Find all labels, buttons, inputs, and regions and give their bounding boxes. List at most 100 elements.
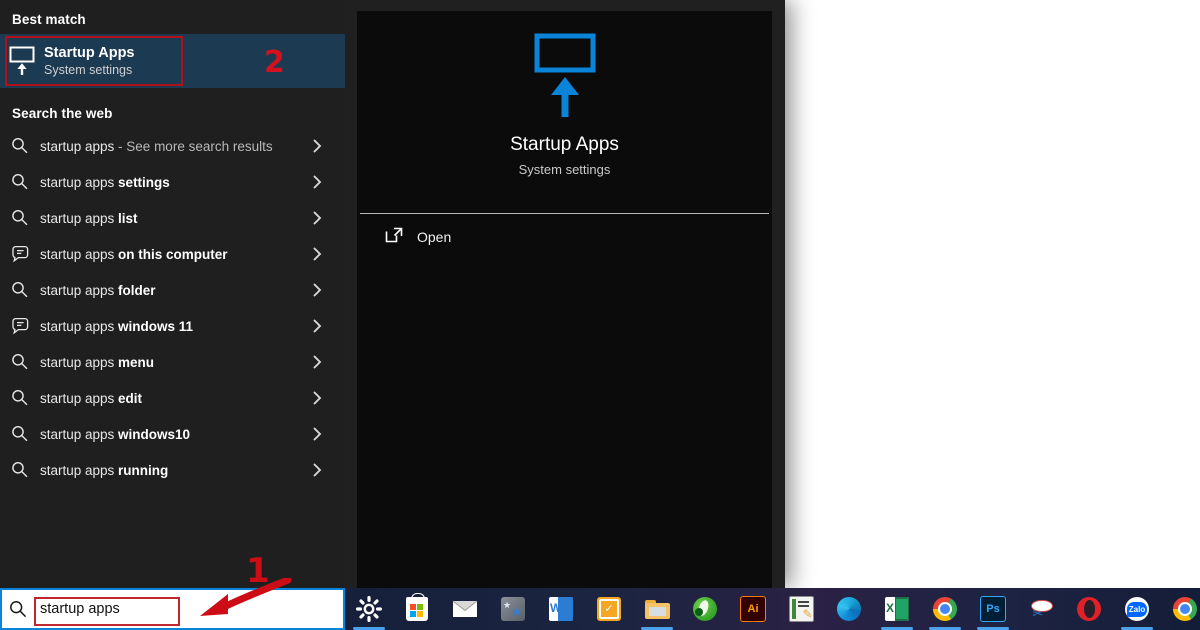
- taskbar-item-notepad-editor[interactable]: ✎: [777, 588, 825, 630]
- startup-apps-icon: [527, 33, 603, 124]
- best-match-subtitle: System settings: [44, 62, 133, 77]
- search-icon: [2, 600, 34, 618]
- taskbar-item-mail[interactable]: [441, 588, 489, 630]
- search-icon: [0, 281, 40, 299]
- best-match-row[interactable]: Startup Apps System settings: [0, 34, 345, 88]
- annotation-number-2: 2: [264, 45, 285, 80]
- taskbar-item-opera[interactable]: [1065, 588, 1113, 630]
- chevron-right-icon[interactable]: [311, 272, 323, 308]
- web-result-label: startup apps running: [40, 462, 169, 478]
- snipping-tool-icon: ✂: [1028, 596, 1054, 622]
- taskbar-item-settings-gear[interactable]: [345, 588, 393, 630]
- search-icon: [0, 173, 40, 191]
- web-result-row[interactable]: startup apps on this computer: [0, 236, 345, 272]
- checkmark-task-icon: ✓: [596, 596, 622, 622]
- open-action-label: Open: [417, 229, 452, 245]
- web-result-row[interactable]: startup apps folder: [0, 272, 345, 308]
- search-input[interactable]: [34, 595, 186, 623]
- web-result-label: startup apps folder: [40, 282, 156, 298]
- web-result-row[interactable]: startup apps list: [0, 200, 345, 236]
- taskbar-item-photoshop[interactable]: Ps: [969, 588, 1017, 630]
- chevron-right-icon[interactable]: [311, 164, 323, 200]
- web-result-label: startup apps list: [40, 210, 138, 226]
- web-result-label: startup apps - See more search results: [40, 138, 273, 154]
- web-result-row[interactable]: startup apps menu: [0, 344, 345, 380]
- taskbar-item-edge[interactable]: [825, 588, 873, 630]
- search-results-column: Best match Startup Apps System settings …: [0, 0, 345, 588]
- taskbar-item-excel[interactable]: X: [873, 588, 921, 630]
- chevron-right-icon[interactable]: [311, 344, 323, 380]
- windows-search-flyout: Best match Startup Apps System settings …: [0, 0, 785, 588]
- settings-gear-icon: [356, 596, 382, 622]
- taskbar-item-chrome[interactable]: [921, 588, 969, 630]
- search-icon: [0, 389, 40, 407]
- web-result-label: startup apps edit: [40, 390, 143, 406]
- taskbar-item-photos-sticker[interactable]: ★ ★: [489, 588, 537, 630]
- open-external-icon: [385, 227, 403, 248]
- search-icon: [0, 137, 40, 155]
- taskbar-item-snipping-tool[interactable]: ✂: [1017, 588, 1065, 630]
- file-explorer-icon: [644, 596, 670, 622]
- taskbar-search-box[interactable]: [0, 588, 345, 630]
- chevron-right-icon[interactable]: [311, 308, 323, 344]
- detail-subtitle: System settings: [518, 162, 611, 177]
- web-result-label: startup apps settings: [40, 174, 170, 190]
- speech-bubble-icon: [0, 317, 40, 335]
- web-result-row[interactable]: startup apps windows 11: [0, 308, 345, 344]
- detail-card: Startup Apps System settings Open: [357, 11, 772, 588]
- web-result-label: startup apps menu: [40, 354, 155, 370]
- search-icon: [0, 209, 40, 227]
- chevron-right-icon[interactable]: [311, 200, 323, 236]
- taskbar-item-green-globe-app[interactable]: [681, 588, 729, 630]
- microsoft-store-icon: [404, 593, 430, 622]
- chevron-right-icon[interactable]: [311, 452, 323, 488]
- best-match-title: Startup Apps: [44, 44, 135, 61]
- excel-icon: X: [884, 596, 910, 622]
- open-action-button[interactable]: Open: [357, 214, 772, 260]
- best-match-header: Best match: [12, 12, 86, 27]
- web-result-row[interactable]: startup apps windows10: [0, 416, 345, 452]
- web-results-list: startup apps - See more search results st…: [0, 128, 345, 488]
- taskbar-item-checkmark-task[interactable]: ✓: [585, 588, 633, 630]
- chrome-icon: [932, 596, 958, 622]
- chevron-right-icon[interactable]: [311, 236, 323, 272]
- detail-preview-panel: Startup Apps System settings Open: [345, 0, 785, 588]
- web-result-label: startup apps windows10: [40, 426, 191, 442]
- opera-icon: [1076, 596, 1102, 622]
- web-result-row[interactable]: startup apps edit: [0, 380, 345, 416]
- taskbar: ★ ★ W ✓ Ai ✎ X Ps ✂ Zalo: [345, 588, 1200, 630]
- green-globe-app-icon: [692, 596, 718, 622]
- taskbar-item-illustrator[interactable]: Ai: [729, 588, 777, 630]
- chevron-right-icon[interactable]: [311, 128, 323, 164]
- web-result-label: startup apps on this computer: [40, 246, 228, 262]
- chevron-right-icon[interactable]: [311, 380, 323, 416]
- taskbar-item-word[interactable]: W: [537, 588, 585, 630]
- search-icon: [0, 353, 40, 371]
- speech-bubble-icon: [0, 245, 40, 263]
- zalo-icon: Zalo: [1124, 596, 1150, 622]
- search-icon: [0, 425, 40, 443]
- search-the-web-header: Search the web: [12, 106, 113, 121]
- taskbar-item-microsoft-store[interactable]: [393, 588, 441, 630]
- chrome-secondary-icon: [1172, 596, 1198, 622]
- edge-icon: [836, 596, 862, 622]
- word-icon: W: [548, 596, 574, 622]
- detail-hero: Startup Apps System settings: [357, 11, 772, 213]
- detail-title: Startup Apps: [510, 134, 619, 155]
- taskbar-item-zalo[interactable]: Zalo: [1113, 588, 1161, 630]
- mail-icon: [452, 596, 478, 622]
- notepad-editor-icon: ✎: [788, 596, 814, 622]
- photos-sticker-icon: ★ ★: [500, 596, 526, 622]
- search-icon: [0, 461, 40, 479]
- illustrator-icon: Ai: [740, 596, 766, 622]
- web-result-label: startup apps windows 11: [40, 318, 194, 334]
- chevron-right-icon[interactable]: [311, 416, 323, 452]
- taskbar-item-file-explorer[interactable]: [633, 588, 681, 630]
- web-result-row[interactable]: startup apps running: [0, 452, 345, 488]
- web-result-row[interactable]: startup apps - See more search results: [0, 128, 345, 164]
- photoshop-icon: Ps: [980, 596, 1006, 622]
- taskbar-item-chrome-secondary[interactable]: [1161, 588, 1200, 630]
- annotation-number-1: 1: [246, 551, 270, 591]
- startup-apps-icon: [0, 46, 44, 76]
- web-result-row[interactable]: startup apps settings: [0, 164, 345, 200]
